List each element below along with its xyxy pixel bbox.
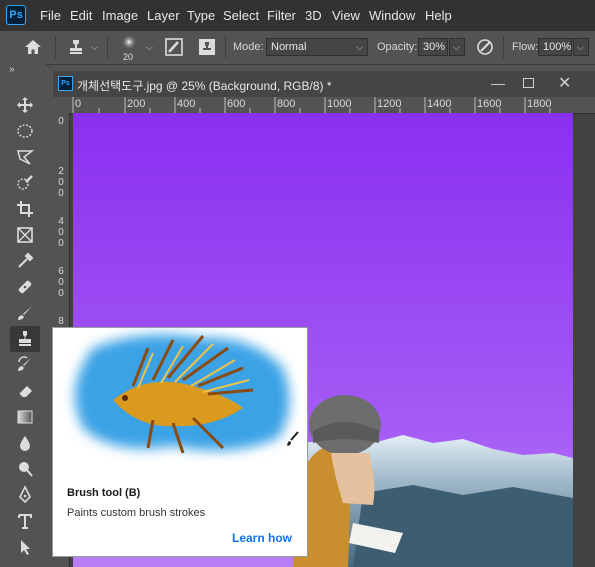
tooltip-title: Brush tool (B)	[67, 487, 141, 499]
move-tool-icon[interactable]	[10, 92, 40, 118]
menu-layer[interactable]: Layer	[147, 8, 180, 23]
path-selection-tool-icon[interactable]	[10, 534, 40, 560]
opacity-label: Opacity:	[377, 41, 418, 53]
learn-how-link[interactable]: Learn how	[232, 531, 292, 545]
mode-label: Mode:	[233, 41, 264, 53]
history-brush-tool-icon[interactable]	[10, 352, 40, 378]
clone-source-icon[interactable]	[197, 37, 217, 57]
tooltip-illustration	[75, 334, 299, 454]
eraser-tool-icon[interactable]	[10, 378, 40, 404]
ruler-top: 0 200 400 600 800 1000 1200 1400 1600 18…	[53, 97, 595, 114]
home-icon[interactable]	[22, 37, 44, 57]
menu-bar: Ps File Edit Image Layer Type Select Fil…	[0, 0, 595, 31]
tooltip-description: Paints custom brush strokes	[67, 507, 206, 519]
flow-input[interactable]: 100%	[538, 38, 572, 56]
menu-filter[interactable]: Filter	[267, 8, 296, 23]
opacity-dropdown[interactable]: ⌵	[449, 38, 465, 56]
tool-preset-icon[interactable]	[66, 37, 86, 57]
ps-file-icon: Ps	[58, 76, 73, 91]
brush-settings-icon[interactable]	[164, 37, 184, 57]
menu-edit[interactable]: Edit	[70, 8, 92, 23]
mode-value: Normal	[271, 41, 307, 53]
mode-dropdown[interactable]: Normal ⌵	[266, 38, 368, 56]
chevron-down-icon: ⌵	[577, 42, 584, 52]
brush-preview-icon[interactable]	[118, 34, 140, 50]
menu-type[interactable]: Type	[187, 8, 215, 23]
menu-select[interactable]: Select	[223, 8, 259, 23]
ruler-label: 1400	[427, 98, 452, 110]
brush-tool-icon[interactable]	[10, 300, 40, 326]
blur-tool-icon[interactable]	[10, 430, 40, 456]
document-tab[interactable]: Ps 개체선택도구.jpg @ 25% (Background, RGB/8) …	[53, 71, 595, 97]
minimize-icon[interactable]: —	[491, 75, 505, 91]
brush-size-label: 20	[123, 52, 134, 62]
quick-selection-tool-icon[interactable]	[10, 170, 40, 196]
crop-tool-icon[interactable]	[10, 196, 40, 222]
maximize-icon[interactable]	[523, 78, 534, 88]
ruler-label: 2 0 0	[58, 166, 64, 199]
menu-window[interactable]: Window	[369, 8, 415, 23]
brush-tool-tooltip: Brush tool (B) Paints custom brush strok…	[52, 327, 308, 557]
ruler-label: 0	[75, 98, 82, 110]
chevron-down-icon[interactable]: ⌵	[91, 42, 98, 53]
ruler-label: 400	[177, 98, 196, 110]
ruler-label: 1200	[377, 98, 402, 110]
gradient-tool-icon[interactable]	[10, 404, 40, 430]
opacity-input[interactable]: 30%	[418, 38, 448, 56]
pen-tool-icon[interactable]	[10, 482, 40, 508]
menu-help[interactable]: Help	[425, 8, 452, 23]
ruler-label: 0	[58, 116, 64, 127]
flow-label: Flow:	[512, 41, 539, 53]
menu-file[interactable]: File	[40, 8, 61, 23]
options-bar: ⌵ 20 ⌵ Mode: Normal ⌵ Opacity: 30% ⌵ Flo…	[0, 31, 595, 65]
chevron-down-icon: ⌵	[453, 42, 460, 52]
ruler-label: 1800	[527, 98, 552, 110]
type-tool-icon[interactable]	[10, 508, 40, 534]
document-title: 개체선택도구.jpg @ 25% (Background, RGB/8) *	[77, 79, 332, 93]
collapse-panel-icon[interactable]: »	[9, 64, 15, 75]
eyedropper-tool-icon[interactable]	[10, 248, 40, 274]
tools-panel: »	[0, 64, 46, 567]
frame-tool-icon[interactable]	[10, 222, 40, 248]
ruler-label: 200	[127, 98, 146, 110]
ruler-label: 6 0 0	[58, 266, 64, 299]
ruler-label: 4 0 0	[58, 216, 64, 249]
ruler-label: 1000	[327, 98, 352, 110]
ruler-label: 8	[58, 316, 64, 327]
photoshop-logo[interactable]: Ps	[6, 5, 26, 25]
marquee-tool-icon[interactable]	[10, 118, 40, 144]
pressure-opacity-icon[interactable]	[475, 37, 495, 57]
close-icon[interactable]: ✕	[558, 73, 571, 93]
lasso-tool-icon[interactable]	[10, 144, 40, 170]
menu-image[interactable]: Image	[102, 8, 138, 23]
clone-stamp-tool-icon[interactable]	[10, 326, 40, 352]
chevron-down-icon: ⌵	[356, 42, 363, 52]
ruler-label: 600	[227, 98, 246, 110]
dodge-tool-icon[interactable]	[10, 456, 40, 482]
healing-brush-tool-icon[interactable]	[10, 274, 40, 300]
ruler-label: 800	[277, 98, 296, 110]
flow-dropdown[interactable]: ⌵	[573, 38, 589, 56]
menu-view[interactable]: View	[332, 8, 360, 23]
menu-3d[interactable]: 3D	[305, 8, 322, 23]
ruler-label: 1600	[477, 98, 502, 110]
chevron-down-icon[interactable]: ⌵	[146, 42, 153, 53]
